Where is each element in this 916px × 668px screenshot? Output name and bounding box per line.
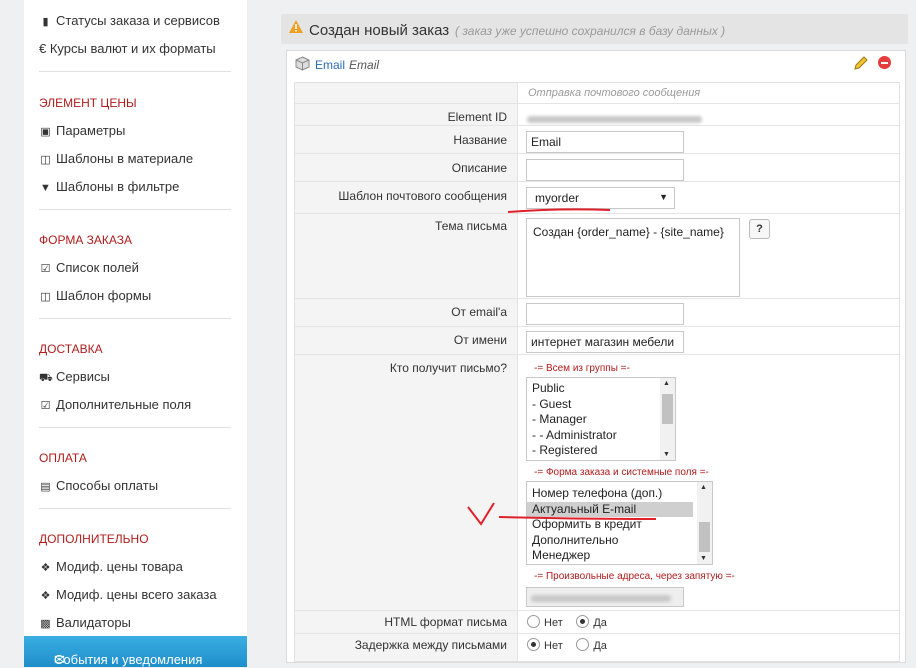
list-item[interactable]: Менеджер: [527, 548, 712, 564]
sidebar-item-currencies[interactable]: € Курсы валют и их форматы: [39, 41, 216, 56]
panel-header: Email Email: [287, 51, 905, 79]
columns-icon: ◫: [40, 291, 51, 303]
sidebar-item-events-notifications[interactable]: ✉ События и уведомления: [24, 636, 247, 667]
email-form: Отправка почтового сообщения Element ID …: [294, 82, 900, 662]
scrollbar[interactable]: ▲ ▼: [660, 378, 675, 460]
form-heading: Отправка почтового сообщения: [528, 87, 701, 99]
sidebar-item-parameters[interactable]: ▣ Параметры: [39, 123, 125, 138]
cubes-icon: ❖: [40, 562, 51, 574]
section-title-price-element: ЭЛЕМЕНТ ЦЕНЫ: [39, 96, 137, 110]
from-email-input[interactable]: [526, 303, 684, 325]
list-item-selected[interactable]: Актуальный E-mail: [527, 501, 693, 517]
sidebar-item-payment-methods[interactable]: ▤ Способы оплаты: [39, 478, 158, 493]
divider: [39, 508, 231, 509]
chevron-up-icon: ▲: [663, 380, 670, 387]
fields-listbox[interactable]: Номер телефона (доп.) Актуальный E-mail …: [526, 481, 713, 565]
list-item[interactable]: Номер телефона (доп.): [527, 486, 712, 502]
sidebar-item-product-price-modifiers[interactable]: ❖ Модиф. цены товара: [39, 559, 183, 574]
list-item[interactable]: - Manager: [527, 412, 675, 428]
html-yes-radio[interactable]: [576, 615, 590, 628]
cubes-icon: ❖: [40, 590, 51, 602]
filter-icon: ▼: [40, 182, 51, 194]
cube-icon: [295, 56, 310, 71]
sidebar-item-additional-fields[interactable]: ☑ Дополнительные поля: [39, 397, 192, 412]
list-item[interactable]: - Guest: [527, 397, 675, 413]
sidebar-item-validators[interactable]: ▩ Валидаторы: [39, 615, 131, 630]
html-format-radios: Нет Да: [527, 614, 617, 629]
groups-caption: -= Всем из группы =-: [534, 363, 630, 374]
section-title-additional: ДОПОЛНИТЕЛЬНО: [39, 532, 149, 546]
delay-label: Задержка между письмами: [354, 638, 507, 652]
truck-icon: ⛟: [39, 372, 53, 384]
warning-icon: [289, 20, 303, 33]
sidebar-item-order-statuses[interactable]: ▮ Статусы заказа и сервисов: [39, 13, 219, 28]
fields-caption: -= Форма заказа и системные поля =-: [534, 467, 709, 478]
custom-caption: -= Произвольные адреса, через запятую =-: [534, 571, 735, 582]
checkbox-icon: ☑: [40, 263, 51, 275]
panel-title: Email Email: [315, 58, 380, 72]
sidebar: ▮ Статусы заказа и сервисов € Курсы валют…: [24, 0, 247, 667]
page-subtitle: ( заказ уже успешно сохранился в базу да…: [455, 24, 726, 38]
divider: [39, 427, 231, 428]
help-button[interactable]: ?: [749, 219, 770, 239]
chevron-up-icon: ▲: [700, 484, 707, 491]
subject-textarea[interactable]: Создан {order_name} - {site_name}: [526, 218, 740, 297]
money-icon: ▣: [40, 126, 51, 138]
html-no-radio[interactable]: [527, 615, 540, 628]
delay-no-radio[interactable]: [527, 638, 540, 651]
from-name-input[interactable]: интернет магазин мебели: [526, 331, 684, 353]
chevron-down-icon: ▼: [659, 192, 668, 202]
cube-icon: ▩: [40, 618, 51, 630]
divider: [39, 209, 231, 210]
columns-icon: ◫: [40, 154, 51, 166]
html-format-label: HTML формат письма: [384, 615, 507, 629]
page-title: Создан новый заказ: [309, 22, 450, 39]
sidebar-item-services[interactable]: ⛟ Сервисы: [39, 369, 110, 386]
sidebar-item-fields-list[interactable]: ☑ Список полей: [39, 260, 139, 275]
checkbox-icon: ☑: [40, 400, 51, 412]
bookmark-icon: ▮: [42, 16, 49, 28]
from-email-label: От email'а: [451, 305, 507, 319]
list-item[interactable]: Public: [527, 381, 675, 397]
sidebar-item-order-price-modifiers[interactable]: ❖ Модиф. цены всего заказа: [39, 587, 217, 602]
section-title-delivery: ДОСТАВКА: [39, 342, 103, 356]
chevron-down-icon: ▼: [700, 555, 707, 562]
description-input[interactable]: [526, 159, 684, 181]
from-name-label: От имени: [453, 333, 507, 347]
minus-circle-icon[interactable]: [878, 56, 891, 69]
divider: [39, 71, 231, 72]
sidebar-item-filter-templates[interactable]: ▼ Шаблоны в фильтре: [39, 179, 179, 194]
element-id-value: [527, 111, 702, 126]
divider: [39, 318, 231, 319]
list-item[interactable]: - - Administrator: [527, 428, 675, 444]
delay-radios: Нет Да: [527, 637, 617, 652]
scrollbar[interactable]: ▲ ▼: [697, 482, 712, 564]
groups-listbox[interactable]: Public - Guest - Manager - - Administrat…: [526, 377, 676, 461]
name-label: Название: [453, 133, 507, 147]
template-label: Шаблон почтового сообщения: [338, 189, 507, 203]
page-header: Создан новый заказ ( заказ уже успешно с…: [281, 14, 908, 44]
name-input[interactable]: Email: [526, 131, 684, 153]
template-select[interactable]: myorder ▼: [526, 187, 675, 209]
delay-yes-radio[interactable]: [576, 638, 590, 651]
list-item[interactable]: - Registered: [527, 443, 675, 459]
chevron-down-icon: ▼: [663, 451, 670, 458]
list-item[interactable]: Дополнительно: [527, 533, 712, 549]
recipients-label: Кто получит письмо?: [389, 361, 507, 375]
custom-addresses-input[interactable]: [526, 587, 684, 607]
email-event-panel: Email Email Отправка почтового сообщения …: [286, 50, 906, 663]
sidebar-item-form-template[interactable]: ◫ Шаблон формы: [39, 288, 151, 303]
pencil-icon[interactable]: [853, 56, 868, 71]
credit-card-icon: ▤: [40, 481, 51, 493]
section-title-payment: ОПЛАТА: [39, 451, 87, 465]
section-title-order-form: ФОРМА ЗАКАЗА: [39, 233, 133, 247]
subject-label: Тема письма: [435, 219, 507, 233]
element-id-label: Element ID: [447, 110, 507, 124]
description-label: Описание: [451, 161, 507, 175]
list-item[interactable]: Оформить в кредит: [527, 517, 712, 533]
sidebar-item-material-templates[interactable]: ◫ Шаблоны в материале: [39, 151, 193, 166]
